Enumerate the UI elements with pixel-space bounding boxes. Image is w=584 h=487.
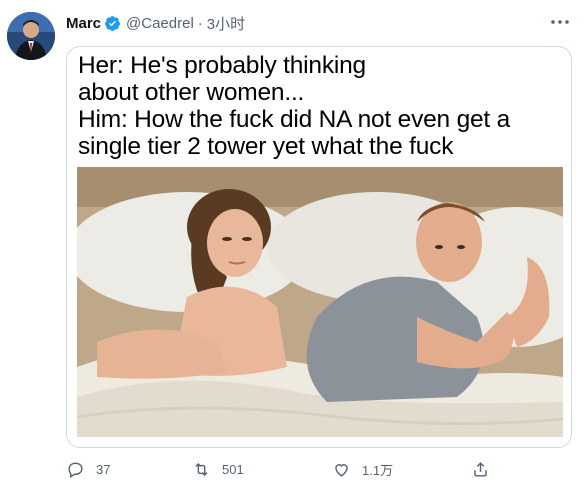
retweet-count: 501 — [222, 462, 244, 477]
retweet-button[interactable]: 501 — [192, 460, 244, 479]
tweet[interactable]: Marc @Caedrel · 3小时 Her: He's probably t… — [0, 0, 584, 487]
meme-caption: Her: He's probably thinking about other … — [78, 52, 562, 160]
caption-line-2: about other women... — [78, 79, 305, 106]
reply-count: 37 — [96, 462, 111, 477]
caption-line-1: Her: He's probably thinking — [78, 52, 366, 79]
more-options-icon[interactable] — [548, 12, 572, 32]
share-button[interactable] — [471, 460, 490, 479]
reply-button[interactable]: 37 — [66, 460, 110, 479]
caption-line-3: Him: How the fuck did NA not even get a — [78, 106, 511, 133]
avatar[interactable] — [7, 12, 55, 60]
tweet-header: Marc @Caedrel · 3小时 — [66, 13, 245, 34]
verified-badge-icon — [105, 16, 120, 31]
caption-line-4: single tier 2 tower yet what the fuck — [78, 133, 454, 160]
tweet-timestamp[interactable]: 3小时 — [207, 13, 245, 34]
retweet-icon — [195, 462, 208, 477]
separator-dot: · — [197, 15, 203, 32]
tweet-media[interactable]: Her: He's probably thinking about other … — [66, 46, 572, 448]
display-name[interactable]: Marc — [66, 15, 101, 32]
like-count: 1.1万 — [362, 463, 394, 478]
avatar-photo — [7, 12, 55, 60]
like-button[interactable]: 1.1万 — [332, 460, 393, 479]
reply-icon — [68, 462, 83, 478]
share-icon — [474, 462, 487, 477]
like-heart-icon — [335, 464, 348, 477]
meme-photo — [77, 167, 563, 437]
author-handle[interactable]: @Caedrel — [126, 15, 194, 32]
tweet-actions: 37 501 1.1万 — [66, 460, 572, 482]
